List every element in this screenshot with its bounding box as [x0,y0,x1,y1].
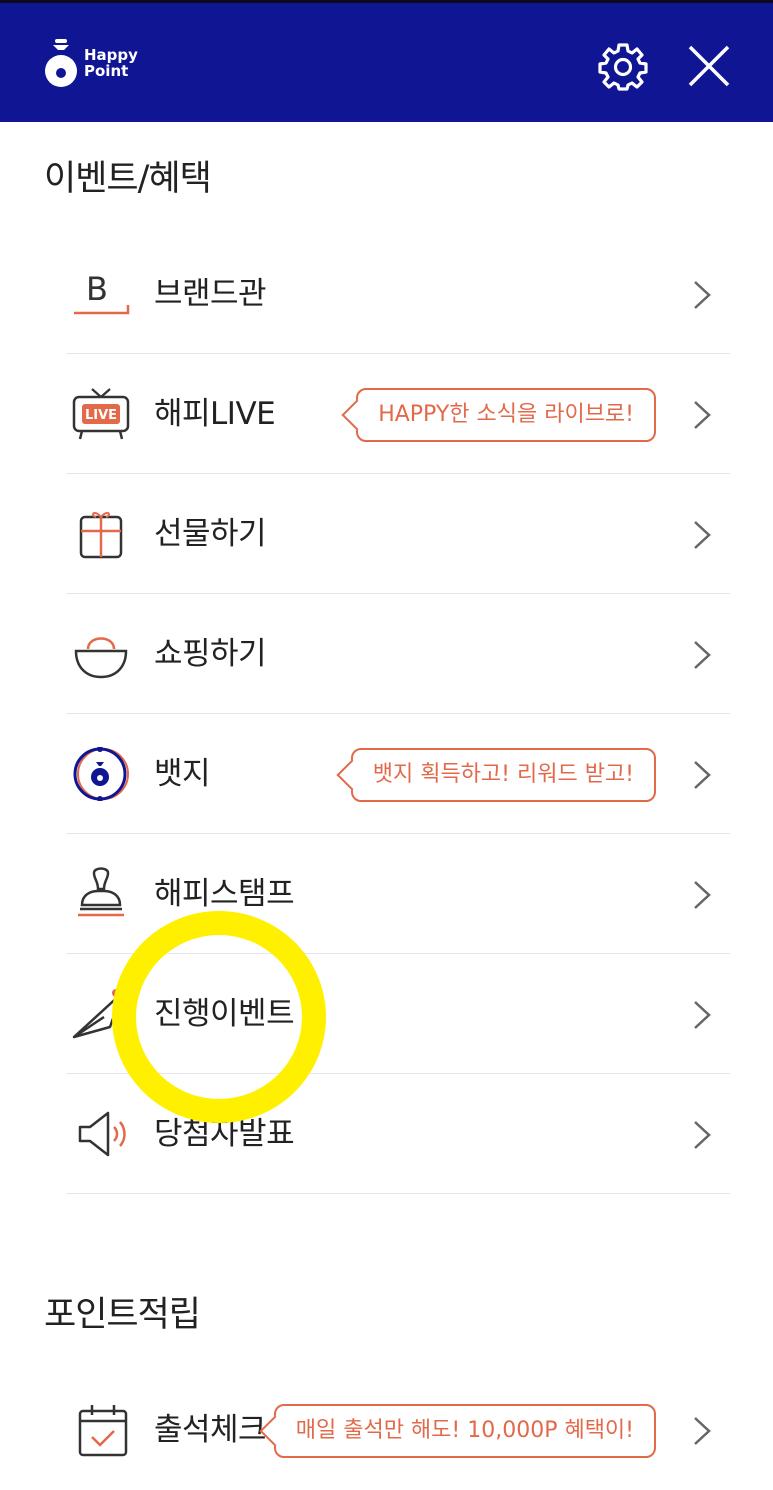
gift-box-icon [79,511,123,559]
promo-tag-badge-text: 뱃지 획득하고! 리워드 받고! [372,762,634,787]
promo-tag-live-text: HAPPY한 소식을 라이브로! [378,402,634,427]
menu-label-gift: 선물하기 [154,516,267,552]
menu-label-live: 해피LIVE [154,396,276,432]
svg-text:B: B [86,270,108,308]
megaphone-icon [78,1111,126,1157]
happy-point-logo-icon [45,39,77,87]
chevron-right-icon [694,1001,711,1029]
menu-item-shopping[interactable]: 쇼핑하기 [66,594,730,714]
menu-item-gift[interactable]: 선물하기 [66,474,730,594]
logo-text: Happy Point [84,47,138,79]
shopping-basket-icon [74,637,128,679]
section-title-events: 이벤트/혜택 [44,159,212,199]
menu-item-events[interactable]: 진행이벤트 [66,954,730,1074]
chevron-right-icon [694,521,711,549]
menu-item-attendance[interactable]: 출석체크 매일 출석만 해도! 10,000P 혜택이! [66,1370,730,1490]
promo-tag-attendance-text: 매일 출석만 해도! 10,000P 혜택이! [295,1418,634,1443]
menu-label-brand: 브랜드관 [154,276,267,312]
chevron-right-icon [694,281,711,309]
menu-item-live[interactable]: LIVE 해피LIVE HAPPY한 소식을 라이브로! [66,354,730,474]
settings-button[interactable] [598,41,648,91]
menu-item-stamp[interactable]: 해피스탬프 [66,834,730,954]
chevron-right-icon [694,401,711,429]
promo-tag-attendance: 매일 출석만 해도! 10,000P 혜택이! [273,1404,656,1458]
chevron-right-icon [694,1121,711,1149]
promo-tag-badge: 뱃지 획득하고! 리워드 받고! [350,748,656,802]
paper-plane-icon [72,989,124,1039]
happy-point-logo[interactable]: Happy Point [44,39,164,95]
menu-item-winners[interactable]: 당첨자발표 [66,1074,730,1194]
brand-b-icon: B [74,270,130,315]
chevron-right-icon [694,881,711,909]
menu-label-winners: 당첨자발표 [154,1116,295,1152]
chevron-right-icon [694,1417,711,1445]
chevron-right-icon [694,761,711,789]
menu-label-events: 진행이벤트 [154,996,295,1032]
menu-label-stamp: 해피스탬프 [154,876,295,912]
calendar-check-icon [78,1405,128,1457]
promo-tag-live: HAPPY한 소식을 라이브로! [356,388,656,442]
gear-icon [598,43,648,91]
live-tv-icon: LIVE [72,388,130,440]
logo-line1: Happy [84,46,138,64]
menu-label-attendance: 출석체크 [154,1412,267,1448]
menu-label-shopping: 쇼핑하기 [154,636,267,672]
section-title-points: 포인트적립 [44,1295,201,1335]
close-icon [688,45,730,87]
stamp-icon [78,867,124,917]
live-badge-text: LIVE [85,408,117,423]
menu-label-badge: 뱃지 [154,756,211,792]
badge-medal-icon [73,747,129,801]
logo-line2: Point [84,62,129,80]
top-header: Happy Point [0,0,773,122]
close-button[interactable] [684,41,734,91]
menu-item-badge[interactable]: 뱃지 뱃지 획득하고! 리워드 받고! [66,714,730,834]
menu-item-brand[interactable]: B 브랜드관 [66,234,730,354]
chevron-right-icon [694,641,711,669]
